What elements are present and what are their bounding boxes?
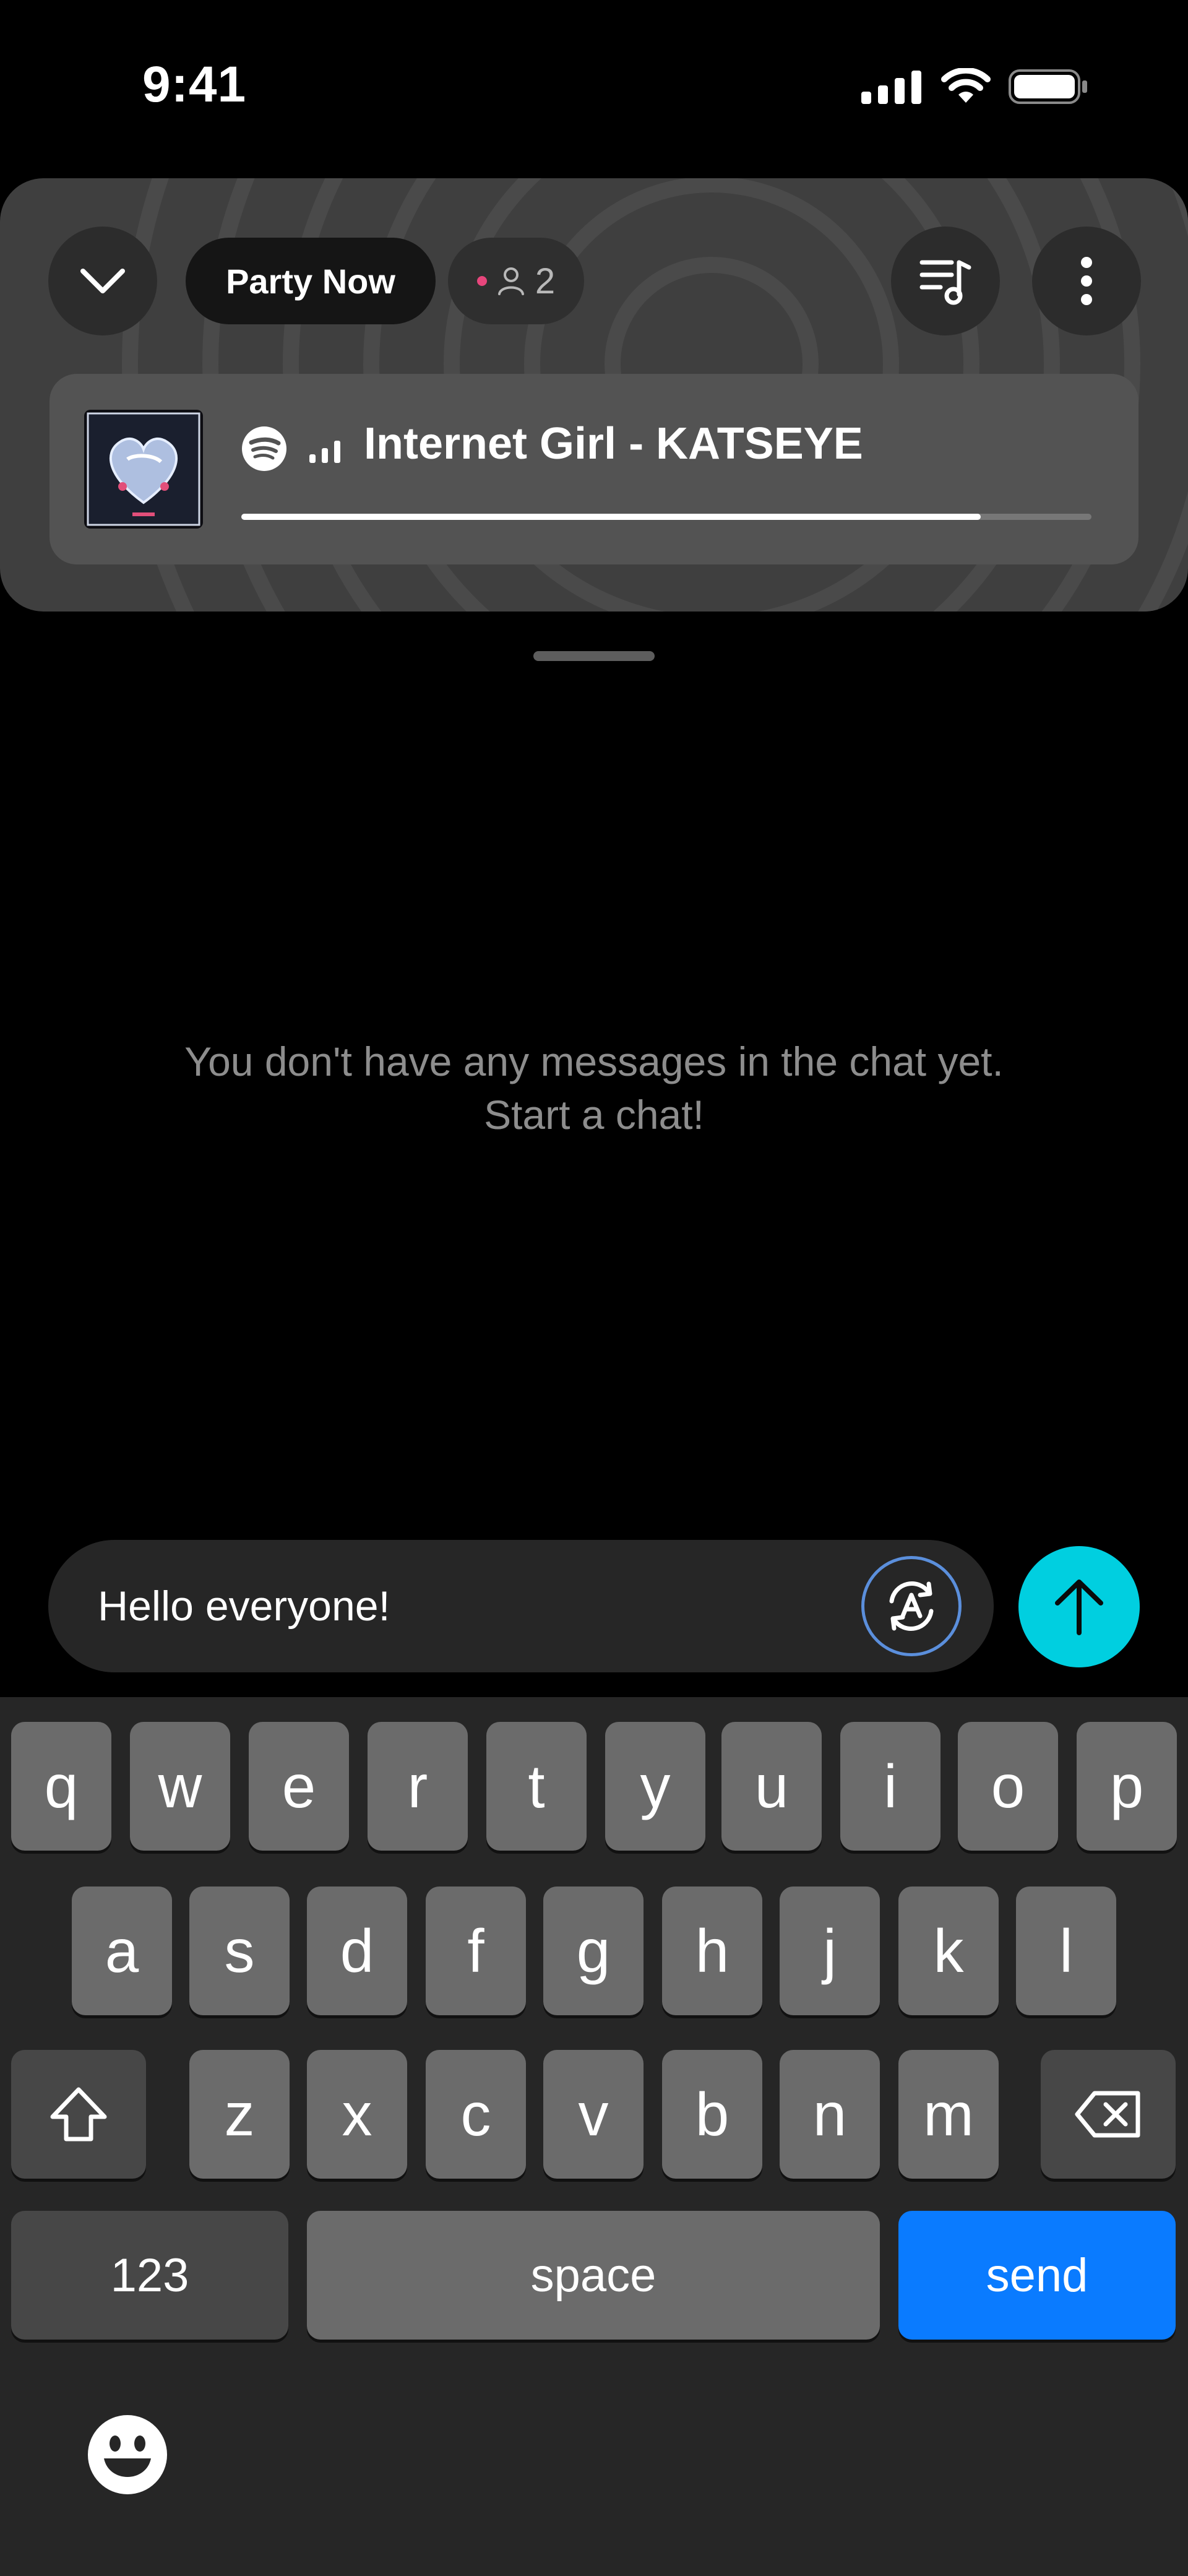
chevron-down-icon	[80, 269, 125, 293]
key-i[interactable]: i	[840, 1722, 940, 1851]
battery-icon	[1009, 69, 1087, 104]
backspace-icon	[1075, 2091, 1140, 2138]
key-j[interactable]: j	[780, 1887, 880, 2015]
numbers-key[interactable]: 123	[11, 2211, 288, 2340]
send-message-button[interactable]	[1018, 1546, 1140, 1667]
party-title[interactable]: Party Now	[186, 238, 436, 324]
playback-progress[interactable]	[241, 514, 1091, 520]
key-u[interactable]: u	[721, 1722, 822, 1851]
spotify-icon	[242, 426, 286, 471]
message-composer	[48, 1540, 994, 1672]
key-w[interactable]: w	[130, 1722, 230, 1851]
key-x[interactable]: x	[307, 2050, 407, 2179]
key-p[interactable]: p	[1077, 1722, 1177, 1851]
key-q[interactable]: q	[11, 1722, 111, 1851]
empty-chat-line1: You don't have any messages in the chat …	[184, 1039, 1004, 1084]
key-k[interactable]: k	[898, 1887, 999, 2015]
key-s[interactable]: s	[189, 1887, 290, 2015]
sheet-grabber[interactable]	[533, 651, 655, 661]
key-b[interactable]: b	[662, 2050, 762, 2179]
key-f[interactable]: f	[426, 1887, 526, 2015]
delete-key[interactable]	[1041, 2050, 1176, 2179]
shift-key[interactable]	[11, 2050, 146, 2179]
translate-button[interactable]	[861, 1556, 962, 1656]
key-a[interactable]: a	[72, 1887, 172, 2015]
empty-chat-message: You don't have any messages in the chat …	[0, 1035, 1188, 1141]
empty-chat-line2: Start a chat!	[484, 1092, 704, 1138]
more-vertical-icon	[1081, 257, 1092, 305]
key-t[interactable]: t	[486, 1722, 587, 1851]
key-v[interactable]: v	[543, 2050, 644, 2179]
live-dot	[476, 276, 487, 286]
key-c[interactable]: c	[426, 2050, 526, 2179]
equalizer-bars-icon	[309, 441, 340, 463]
arrow-up-icon	[1055, 1580, 1103, 1635]
keyboard: q w e r t y u i o p a s d f g h j k l z …	[0, 1697, 1188, 2576]
status-time: 9:41	[142, 56, 247, 113]
person-icon	[497, 267, 524, 295]
wifi-icon	[941, 68, 991, 103]
key-y[interactable]: y	[605, 1722, 705, 1851]
listeners-button[interactable]: 2	[448, 238, 584, 324]
key-m[interactable]: m	[898, 2050, 999, 2179]
shift-icon	[50, 2087, 107, 2142]
key-l[interactable]: l	[1016, 1887, 1116, 2015]
queue-button[interactable]	[891, 227, 1000, 335]
keyboard-send-key[interactable]: send	[898, 2211, 1176, 2340]
cellular-signal-icon	[861, 71, 921, 104]
collapse-button[interactable]	[48, 227, 157, 335]
key-g[interactable]: g	[543, 1887, 644, 2015]
key-r[interactable]: r	[368, 1722, 468, 1851]
key-h[interactable]: h	[662, 1887, 762, 2015]
listeners-count: 2	[535, 261, 556, 301]
track-title: Internet Girl - KATSEYE	[364, 419, 863, 469]
party-header: Party Now 2 Internet Girl - KATSEYE	[0, 178, 1188, 612]
status-icons	[861, 68, 1089, 105]
auto-translate-icon	[889, 1581, 934, 1631]
emoji-icon[interactable]	[87, 2414, 168, 2496]
key-e[interactable]: e	[249, 1722, 349, 1851]
more-button[interactable]	[1032, 227, 1141, 335]
key-z[interactable]: z	[189, 2050, 290, 2179]
playback-progress-fill	[241, 514, 981, 520]
key-n[interactable]: n	[780, 2050, 880, 2179]
music-queue-icon	[919, 260, 971, 305]
message-input[interactable]	[98, 1540, 853, 1672]
space-key[interactable]: space	[307, 2211, 880, 2340]
key-d[interactable]: d	[307, 1887, 407, 2015]
now-playing-card[interactable]: Internet Girl - KATSEYE	[50, 374, 1138, 564]
key-o[interactable]: o	[958, 1722, 1058, 1851]
album-art	[84, 410, 203, 529]
